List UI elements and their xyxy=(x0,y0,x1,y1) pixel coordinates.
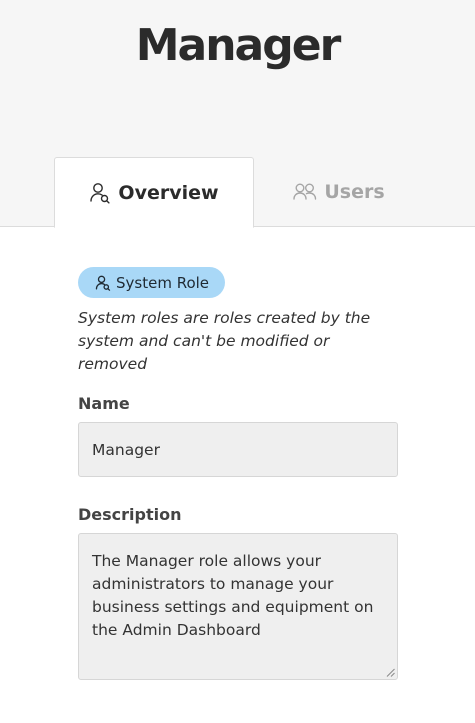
tab-overview[interactable]: Overview xyxy=(54,157,254,228)
overview-panel: System Role System roles are roles creat… xyxy=(78,267,398,680)
page-header: Manager Overview Users xyxy=(0,0,475,228)
tab-overview-label: Overview xyxy=(118,181,219,204)
description-label: Description xyxy=(78,505,182,524)
page-title: Manager xyxy=(135,20,342,71)
tab-users[interactable]: Users xyxy=(254,157,424,227)
name-field[interactable]: Manager xyxy=(78,422,398,477)
description-field-value: The Manager role allows your administrat… xyxy=(92,552,374,639)
name-field-value: Manager xyxy=(92,440,160,459)
user-icon xyxy=(95,275,111,291)
users-icon xyxy=(293,183,317,201)
tab-bar: Overview Users xyxy=(54,157,424,228)
user-icon xyxy=(89,182,111,204)
system-role-badge: System Role xyxy=(78,267,226,298)
system-role-note: System roles are roles created by the sy… xyxy=(78,309,371,373)
system-role-badge-label: System Role xyxy=(116,273,210,292)
name-label: Name xyxy=(78,394,130,413)
description-field[interactable]: The Manager role allows your administrat… xyxy=(78,533,398,680)
resize-handle-icon[interactable] xyxy=(386,668,395,677)
tab-users-label: Users xyxy=(324,181,385,203)
